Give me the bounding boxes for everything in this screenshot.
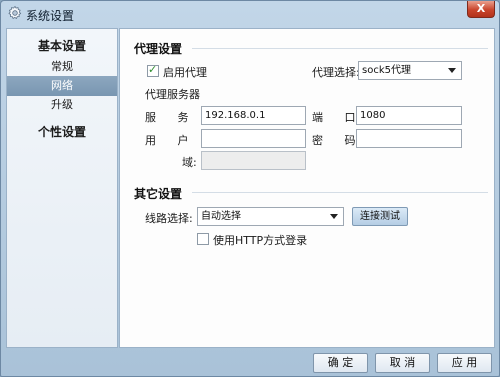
proxy-type-select[interactable]: sock5代理 — [358, 61, 462, 80]
port-input[interactable]: 1080 — [356, 106, 462, 125]
sidebar-group-personal[interactable]: 个性设置 — [7, 123, 117, 140]
proxy-type-value: sock5代理 — [362, 65, 411, 76]
window-title: 系统设置 — [26, 9, 75, 23]
route-select[interactable]: 自动选择 — [197, 207, 344, 226]
proxy-section-title: 代理设置 — [134, 42, 183, 56]
proxy-type-label: 代理选择: — [312, 66, 360, 79]
domain-input — [201, 151, 306, 170]
dialog-button-bar: 确 定 取 消 应 用 — [1, 349, 499, 376]
other-section-divider — [192, 192, 488, 193]
ok-button[interactable]: 确 定 — [313, 353, 368, 373]
proxy-server-heading: 代理服务器 — [145, 88, 200, 101]
enable-proxy-checkbox[interactable] — [147, 63, 159, 77]
title-bar[interactable]: 系统设置 X — [1, 1, 499, 27]
settings-sidebar: 基本设置 常规 网络 升级 个性设置 — [6, 28, 118, 348]
http-login-label[interactable]: 使用HTTP方式登录 — [213, 232, 307, 248]
sidebar-item-upgrade[interactable]: 升级 — [7, 95, 117, 115]
domain-label: 域: — [182, 156, 197, 169]
password-input[interactable] — [356, 129, 462, 148]
chevron-down-icon — [330, 214, 338, 219]
enable-proxy-label[interactable]: 启用代理 — [163, 64, 207, 80]
route-value: 自动选择 — [201, 211, 241, 222]
settings-content: 代理设置 启用代理 代理选择: sock5代理 代理服务器 服 务 器: 192… — [119, 28, 495, 348]
server-input[interactable]: 192.168.0.1 — [201, 106, 306, 125]
apply-button[interactable]: 应 用 — [437, 353, 492, 373]
proxy-section-divider — [192, 48, 488, 49]
sidebar-item-network[interactable]: 网络 — [7, 76, 117, 96]
sidebar-group-basic[interactable]: 基本设置 — [7, 37, 117, 54]
connection-test-button[interactable]: 连接测试 — [352, 207, 408, 226]
other-section-title: 其它设置 — [134, 187, 183, 201]
sidebar-item-general[interactable]: 常规 — [7, 57, 117, 77]
cancel-button[interactable]: 取 消 — [375, 353, 430, 373]
route-label: 线路选择: — [145, 212, 193, 225]
settings-window: 系统设置 X 基本设置 常规 网络 升级 个性设置 代理设置 启用代理 代理选择… — [0, 0, 500, 377]
close-button[interactable]: X — [467, 1, 495, 18]
username-input[interactable] — [201, 129, 306, 148]
gear-icon — [7, 5, 23, 21]
chevron-down-icon — [448, 68, 456, 73]
http-login-checkbox[interactable] — [197, 233, 209, 245]
